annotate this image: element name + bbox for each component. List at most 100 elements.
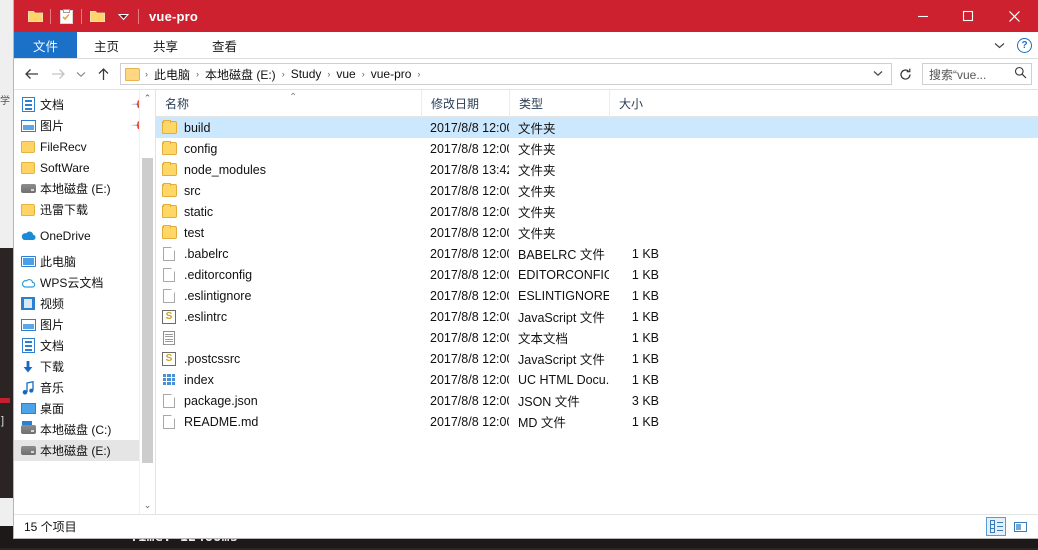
window-title: vue-pro — [149, 8, 199, 24]
table-row[interactable]: .eslintignore 2017/8/8 12:00 ESLINTIGNOR… — [156, 285, 1038, 306]
table-row[interactable]: .editorconfig 2017/8/8 12:00 EDITORCONFI… — [156, 264, 1038, 285]
sidebar-item-local-disk-e-quick[interactable]: 本地磁盘 (E:) — [14, 178, 155, 199]
table-row[interactable]: config 2017/8/8 12:00 文件夹 — [156, 138, 1038, 159]
up-button[interactable] — [91, 62, 115, 86]
help-icon[interactable]: ? — [1017, 38, 1032, 53]
customize-quick-access-caret-icon[interactable] — [110, 3, 136, 29]
folder-icon — [160, 162, 178, 176]
sidebar-item-thunder-download[interactable]: 迅雷下载 — [14, 199, 155, 220]
breadcrumb-item-this-pc[interactable]: 此电脑 — [149, 66, 195, 83]
sidebar-item-videos[interactable]: 视频 — [14, 293, 155, 314]
sort-ascending-icon: ⌃ — [289, 91, 298, 103]
breadcrumb-separator-5[interactable]: › — [416, 69, 421, 79]
minimize-button[interactable] — [900, 0, 945, 32]
column-header-date-modified[interactable]: 修改日期 — [421, 89, 509, 117]
breadcrumb-item-local-disk-e[interactable]: 本地磁盘 (E:) — [200, 66, 281, 83]
file-name-label: static — [184, 204, 214, 219]
sidebar-item-software[interactable]: SoftWare — [14, 157, 155, 178]
table-row[interactable]: node_modules 2017/8/8 13:42 文件夹 — [156, 159, 1038, 180]
cloud-icon — [20, 275, 36, 291]
file-name-label: test — [184, 225, 205, 240]
table-row[interactable]: package.json 2017/8/8 12:00 JSON 文件 3 KB — [156, 390, 1038, 411]
sidebar-item-local-disk-c[interactable]: 本地磁盘 (C:) — [14, 419, 155, 440]
file-size-cell: 1 KB — [631, 309, 659, 324]
table-row[interactable]: .babelrc 2017/8/8 12:00 BABELRC 文件 1 KB — [156, 243, 1038, 264]
file-size-cell — [609, 138, 669, 159]
folder-icon[interactable] — [22, 3, 48, 29]
sidebar-item-pictures-quick[interactable]: 图片 📌 — [14, 115, 155, 136]
breadcrumb-item-vue-pro[interactable]: vue-pro — [366, 67, 417, 81]
file-name-label: build — [184, 120, 211, 135]
file-explorer-window: vue-pro 文件 主页 共享 查看 ? › 此电脑 › 本地磁盘 (E:) … — [14, 0, 1038, 538]
tab-home[interactable]: 主页 — [77, 32, 136, 58]
file-name-cell: .editorconfig — [156, 264, 421, 285]
file-name-label: .eslintrc — [184, 309, 228, 324]
file-type-cell: 文本文档 — [518, 332, 569, 346]
close-button[interactable] — [990, 0, 1038, 32]
search-icon[interactable] — [1014, 66, 1027, 82]
table-row[interactable]: static 2017/8/8 12:00 文件夹 — [156, 201, 1038, 222]
sidebar-item-documents-quick[interactable]: 文档 📌 — [14, 94, 155, 115]
table-row[interactable]: index 2017/8/8 12:00 UC HTML Docu... 1 K… — [156, 369, 1038, 390]
file-type-cell: JSON 文件 — [518, 395, 580, 409]
table-row[interactable]: test 2017/8/8 12:00 文件夹 — [156, 222, 1038, 243]
sidebar-item-this-pc[interactable]: 此电脑 — [14, 251, 155, 272]
column-header-name[interactable]: 名称 ⌃ — [156, 90, 421, 117]
refresh-button[interactable] — [894, 63, 916, 85]
chevron-down-icon[interactable] — [994, 40, 1005, 52]
folder-icon — [160, 183, 178, 197]
table-row[interactable]: S .eslintrc 2017/8/8 12:00 JavaScript 文件… — [156, 306, 1038, 327]
tab-share[interactable]: 共享 — [136, 32, 195, 58]
navigation-pane-scrollbar[interactable]: ⌃ ⌄ — [139, 90, 155, 514]
table-row[interactable]: src 2017/8/8 12:00 文件夹 — [156, 180, 1038, 201]
sidebar-item-onedrive[interactable]: OneDrive — [14, 225, 155, 246]
ribbon-tab-bar: 文件 主页 共享 查看 ? — [14, 32, 1038, 59]
sidebar-item-filerecv[interactable]: FileRecv — [14, 136, 155, 157]
details-view-button[interactable] — [986, 517, 1006, 536]
scroll-up-arrow-icon[interactable]: ⌃ — [140, 90, 155, 107]
table-row[interactable]: build 2017/8/8 12:00 文件夹 — [156, 117, 1038, 138]
new-folder-icon[interactable] — [84, 3, 110, 29]
sidebar-item-desktop[interactable]: 桌面 — [14, 398, 155, 419]
maximize-button[interactable] — [945, 0, 990, 32]
download-icon — [20, 359, 36, 375]
recent-locations-caret-icon[interactable] — [72, 62, 89, 86]
tiles-view-icon — [1013, 521, 1027, 532]
address-dropdown-caret-icon[interactable] — [867, 69, 889, 80]
file-type-cell: 文件夹 — [518, 164, 556, 178]
drive-icon — [20, 181, 36, 197]
picture-icon — [20, 118, 36, 134]
column-header-name-label: 名称 — [165, 96, 190, 111]
file-type-cell: EDITORCONFIG ... — [518, 267, 609, 282]
table-row[interactable]: 2017/8/8 12:00 文本文档 1 KB — [156, 327, 1038, 348]
file-size-cell: 1 KB — [631, 330, 659, 345]
forward-button[interactable] — [46, 62, 70, 86]
back-button[interactable] — [20, 62, 44, 86]
tab-view[interactable]: 查看 — [195, 32, 254, 58]
sidebar-item-wps-cloud[interactable]: WPS云文档 — [14, 272, 155, 293]
file-date-cell: 2017/8/8 12:00 — [430, 183, 509, 198]
tab-file[interactable]: 文件 — [14, 32, 78, 58]
file-name-cell: index — [156, 369, 421, 390]
file-type-cell: BABELRC 文件 — [518, 248, 605, 262]
table-row[interactable]: S .postcssrc 2017/8/8 12:00 JavaScript 文… — [156, 348, 1038, 369]
sidebar-item-pictures[interactable]: 图片 — [14, 314, 155, 335]
properties-icon[interactable] — [53, 3, 79, 29]
sidebar-item-music[interactable]: 音乐 — [14, 377, 155, 398]
tiles-view-button[interactable] — [1010, 517, 1030, 536]
sidebar-item-label: 图片 — [40, 119, 65, 133]
sidebar-item-documents[interactable]: 文档 — [14, 335, 155, 356]
scroll-down-arrow-icon[interactable]: ⌄ — [140, 497, 155, 514]
search-input[interactable]: 搜索“vue... — [922, 63, 1032, 85]
scrollbar-thumb[interactable] — [142, 158, 153, 463]
column-header-type[interactable]: 类型 — [509, 89, 609, 117]
breadcrumb-item-vue[interactable]: vue — [331, 67, 360, 81]
breadcrumb[interactable]: › 此电脑 › 本地磁盘 (E:) › Study › vue › vue-pr… — [120, 63, 892, 85]
sidebar-item-downloads[interactable]: 下载 — [14, 356, 155, 377]
file-name-label: node_modules — [184, 162, 267, 177]
desktop-icon — [20, 401, 36, 417]
table-row[interactable]: README.md 2017/8/8 12:00 MD 文件 1 KB — [156, 411, 1038, 432]
column-header-size[interactable]: 大小 — [609, 89, 669, 117]
sidebar-item-local-disk-e[interactable]: 本地磁盘 (E:) — [14, 440, 155, 461]
breadcrumb-item-study[interactable]: Study — [286, 67, 327, 81]
